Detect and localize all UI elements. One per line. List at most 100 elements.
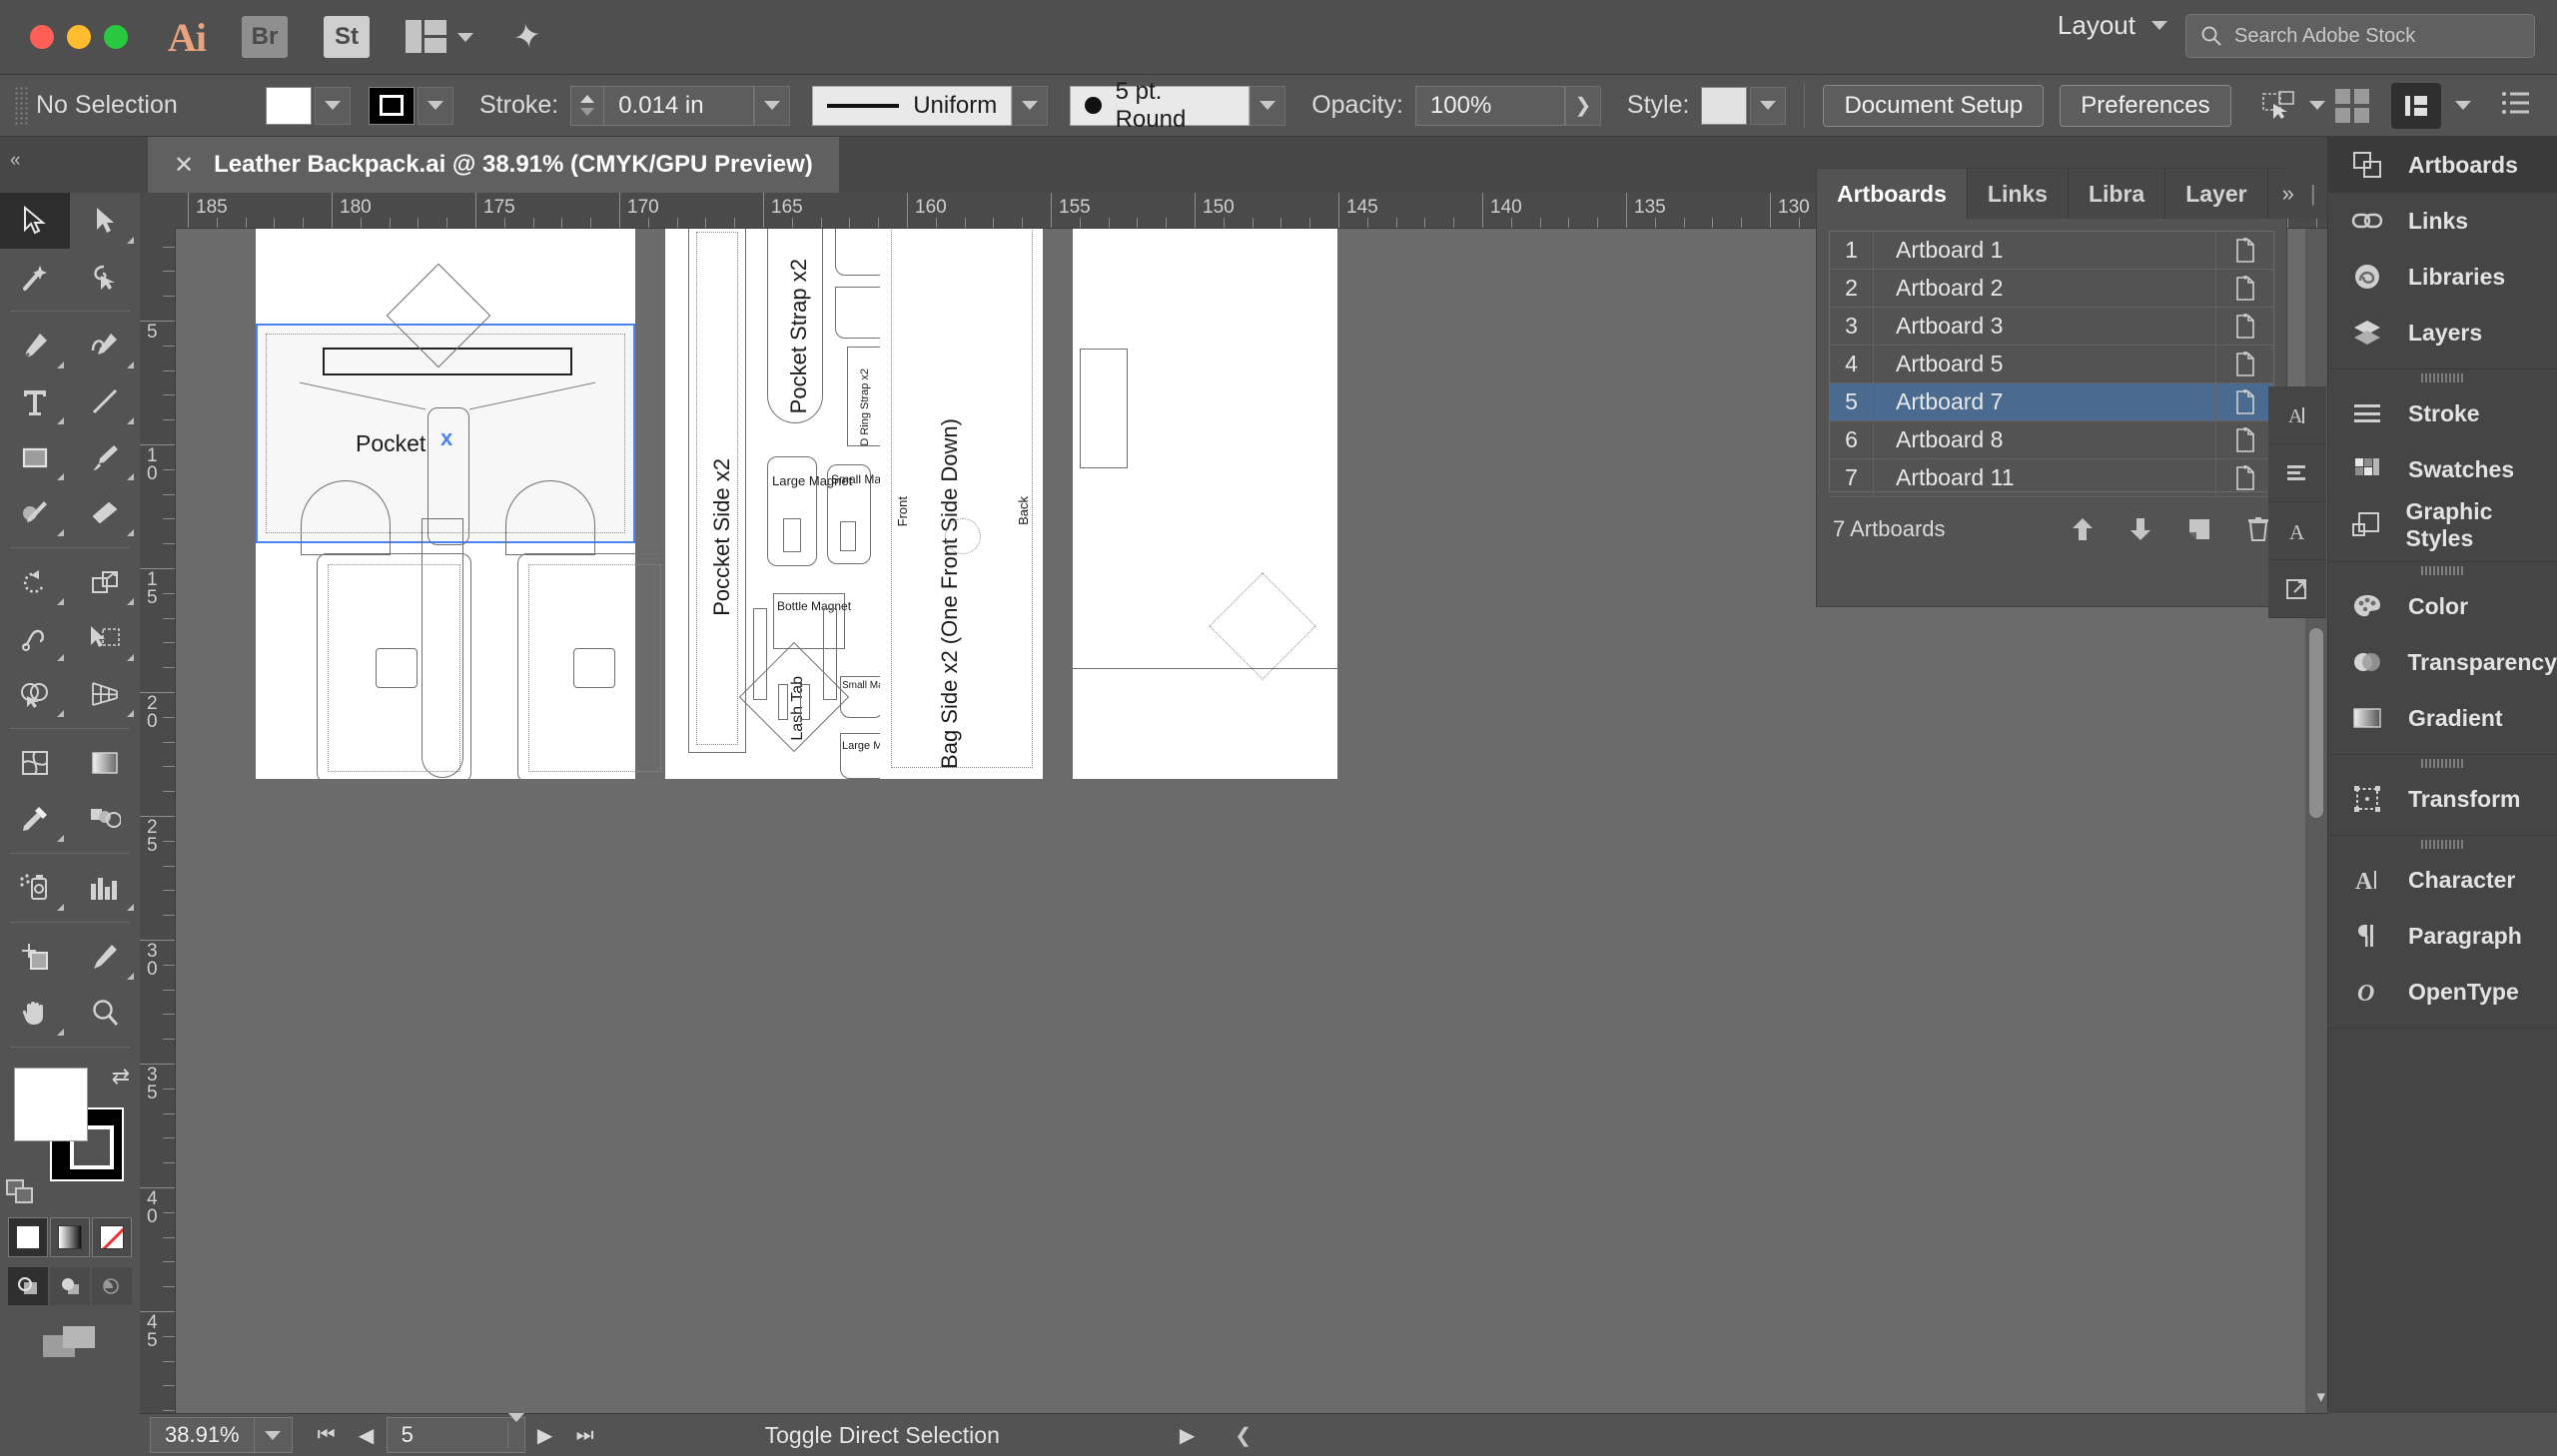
dock-item-paragraph[interactable]: Paragraph	[2328, 908, 2557, 964]
collapse-left-icon[interactable]: «	[10, 150, 21, 172]
expand-panels-icon[interactable]: »	[2282, 181, 2294, 207]
rotate-tool[interactable]	[0, 554, 70, 610]
dock-group-gripper[interactable]	[2328, 836, 2557, 852]
character-panel-icon[interactable]: A	[2268, 386, 2326, 444]
style-dropdown[interactable]	[1750, 87, 1786, 125]
artboard-name[interactable]: Artboard 3	[1874, 313, 2215, 340]
zoom-control[interactable]: 38.91%	[150, 1417, 293, 1453]
stroke-weight-stepper[interactable]	[570, 86, 604, 126]
artboard-page-icon[interactable]	[2215, 346, 2273, 382]
dock-item-opentype[interactable]: OOpenType	[2328, 964, 2557, 1020]
chevron-down-icon[interactable]	[2455, 101, 2471, 110]
tool-flyout-indicator[interactable]	[57, 417, 64, 424]
arrange-documents-icon[interactable]	[2391, 83, 2441, 129]
dock-item-gradient[interactable]: Gradient	[2328, 690, 2557, 746]
fill-color-picker[interactable]	[266, 87, 351, 125]
control-bar-gripper[interactable]	[14, 86, 28, 126]
style-control[interactable]	[1701, 87, 1786, 125]
magic-wand-tool[interactable]	[0, 249, 70, 305]
dock-item-graphic-styles[interactable]: Graphic Styles	[2328, 497, 2557, 553]
artboard-number-value[interactable]: 5	[388, 1422, 507, 1448]
zoom-tool[interactable]	[70, 985, 140, 1041]
brush-dropdown[interactable]	[1250, 86, 1285, 126]
tool-flyout-indicator[interactable]	[127, 362, 134, 368]
tool-flyout-indicator[interactable]	[57, 529, 64, 536]
dock-item-stroke[interactable]: Stroke	[2328, 385, 2557, 441]
tool-flyout-indicator[interactable]	[127, 710, 134, 717]
opacity-control[interactable]: 100% ❯	[1415, 86, 1601, 126]
direct-selection-tool[interactable]	[70, 193, 140, 249]
workspace-switcher[interactable]: Layout	[2058, 10, 2167, 41]
tool-flyout-indicator[interactable]	[127, 529, 134, 536]
stepper-down-icon[interactable]	[580, 108, 594, 116]
zoom-dropdown[interactable]	[254, 1418, 292, 1452]
blend-tool[interactable]	[70, 791, 140, 847]
dock-item-character[interactable]: ACharacter	[2328, 852, 2557, 908]
dock-group-gripper[interactable]	[2328, 755, 2557, 771]
rocket-icon[interactable]: ✦	[510, 15, 545, 59]
artboard-name[interactable]: Artboard 5	[1874, 351, 2215, 377]
opacity-value[interactable]: 100%	[1415, 86, 1565, 126]
symbol-sprayer-tool[interactable]	[0, 860, 70, 916]
move-up-icon[interactable]	[2071, 516, 2095, 542]
bridge-button[interactable]: Br	[242, 16, 288, 58]
mesh-tool[interactable]	[0, 735, 70, 791]
artboard-page-icon[interactable]	[2215, 421, 2273, 458]
tab-layers[interactable]: Layer	[2165, 169, 2267, 219]
artboards-panel[interactable]: Artboards Links Libra Layer » | ☰ 1Artbo…	[1816, 168, 2287, 607]
scale-tool[interactable]	[70, 554, 140, 610]
artboard-page-icon[interactable]	[2215, 459, 2273, 496]
arrange-documents-button[interactable]	[406, 20, 473, 54]
next-artboard-button[interactable]: ▶	[525, 1417, 565, 1453]
tool-flyout-indicator[interactable]	[127, 237, 134, 244]
stroke-profile-dropdown[interactable]	[1012, 86, 1048, 126]
artboard-number-field[interactable]: 5	[387, 1417, 525, 1453]
new-artboard-icon[interactable]	[2186, 516, 2212, 542]
dock-group-gripper[interactable]	[2328, 369, 2557, 385]
stroke-weight-dropdown[interactable]	[754, 86, 790, 126]
status-menu-icon[interactable]: ▶	[1180, 1423, 1195, 1448]
close-icon[interactable]: ✕	[174, 151, 194, 180]
artboards-list[interactable]: 1Artboard 12Artboard 23Artboard 34Artboa…	[1829, 231, 2274, 492]
tab-links[interactable]: Links	[1968, 169, 2069, 219]
opacity-flyout-button[interactable]: ❯	[1565, 86, 1601, 126]
color-fill-mode-button[interactable]	[8, 1217, 48, 1257]
artboard-row[interactable]: 5Artboard 7	[1830, 383, 2273, 421]
artboard-page-icon[interactable]	[2215, 232, 2273, 269]
artboard-name[interactable]: Artboard 11	[1874, 464, 2215, 491]
tab-libraries[interactable]: Libra	[2069, 169, 2165, 219]
vertical-scroll-thumb[interactable]	[2309, 628, 2323, 818]
fill-dropdown-button[interactable]	[315, 87, 351, 125]
change-screen-mode-button[interactable]	[0, 1321, 140, 1361]
vertical-ruler[interactable]: 051015202530354045	[140, 229, 176, 1413]
list-view-icon[interactable]	[2501, 89, 2531, 123]
tool-flyout-indicator[interactable]	[57, 1029, 64, 1036]
tool-flyout-indicator[interactable]	[57, 473, 64, 480]
stroke-swatch[interactable]	[369, 87, 415, 125]
fill-color-box[interactable]	[14, 1068, 88, 1141]
tool-flyout-indicator[interactable]	[57, 904, 64, 911]
eraser-tool[interactable]	[70, 485, 140, 541]
artboard-row[interactable]: 1Artboard 1	[1830, 232, 2273, 270]
tool-flyout-indicator[interactable]	[57, 654, 64, 661]
document-setup-button[interactable]: Document Setup	[1823, 85, 2044, 127]
export-panel-icon[interactable]	[2268, 560, 2326, 618]
align-icon[interactable]	[2335, 89, 2369, 123]
preferences-button[interactable]: Preferences	[2060, 85, 2230, 127]
dock-item-transparency[interactable]: Transparency	[2328, 634, 2557, 690]
rectangle-tool[interactable]	[0, 429, 70, 485]
perspective-grid-tool[interactable]	[70, 666, 140, 722]
stroke-profile-value[interactable]: Uniform	[812, 86, 1012, 126]
dock-item-transform[interactable]: Transform	[2328, 771, 2557, 827]
dock-item-color[interactable]: Color	[2328, 578, 2557, 634]
artboard-row[interactable]: 7Artboard 11	[1830, 459, 2273, 497]
artboard-name[interactable]: Artboard 7	[1874, 388, 2215, 415]
dock-item-libraries[interactable]: Libraries	[2328, 249, 2557, 305]
tab-artboards[interactable]: Artboards	[1817, 169, 1968, 219]
stroke-color-picker[interactable]	[369, 87, 453, 125]
fill-swatch[interactable]	[266, 87, 312, 125]
artboard-name[interactable]: Artboard 2	[1874, 275, 2215, 302]
artboard-name[interactable]: Artboard 1	[1874, 237, 2215, 264]
search-stock-field[interactable]: Search Adobe Stock	[2185, 14, 2535, 58]
artboard-page-icon[interactable]	[2215, 308, 2273, 345]
